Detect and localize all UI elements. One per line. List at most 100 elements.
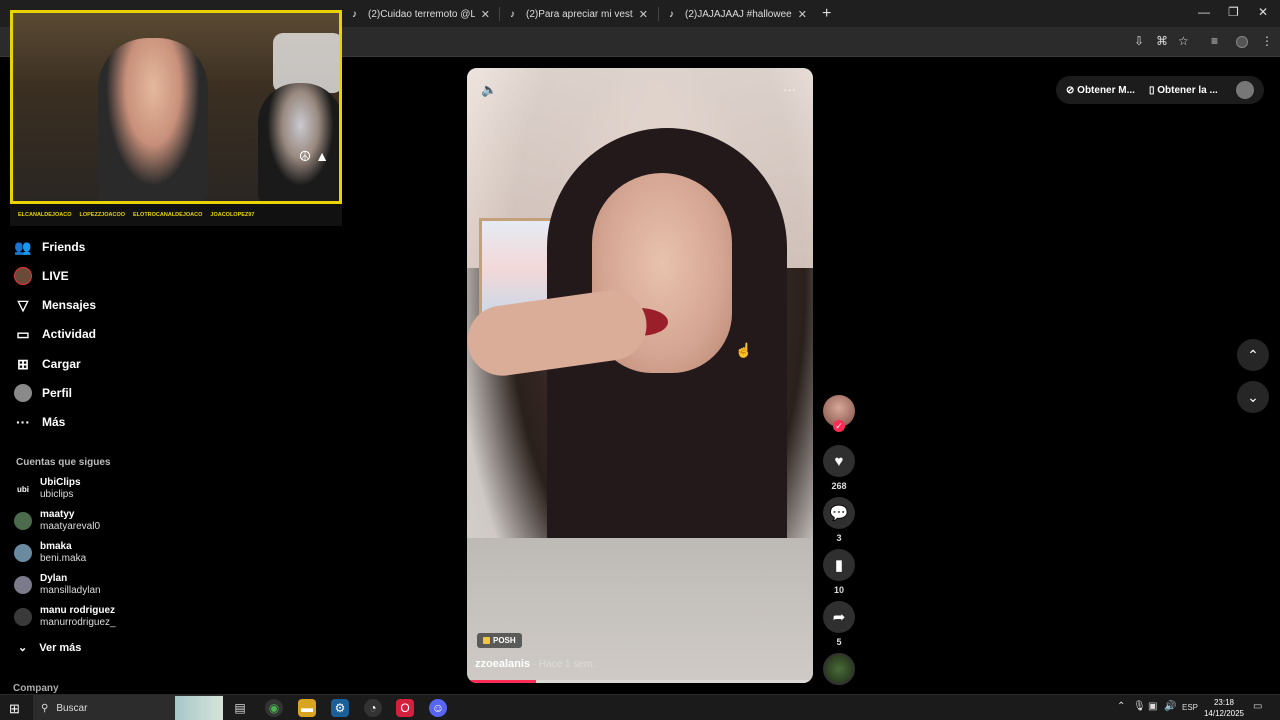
volume-tray-icon[interactable]: 🔊	[1164, 701, 1176, 712]
steam-icon[interactable]: ⚙	[331, 699, 349, 717]
get-app-button-1[interactable]: ⊘ Obtener M...	[1066, 85, 1135, 96]
social-handle: ELOTROCANALDEJOACO	[133, 212, 203, 218]
video-player[interactable]: 🔈 ··· POSH zzoealanis · Hace 1 sem.	[467, 68, 813, 683]
volume-icon[interactable]: 🔈	[481, 82, 497, 98]
language-indicator[interactable]: ESP	[1182, 703, 1198, 712]
file-explorer-icon[interactable]: ▬	[298, 699, 316, 717]
task-view-icon[interactable]: ▤	[231, 699, 249, 717]
following-name: bmaka	[40, 541, 72, 552]
save-count: 10	[833, 585, 844, 595]
social-handle: ELCANALDEJOACO	[18, 212, 72, 218]
chevron-up-icon: ⌃	[1247, 346, 1259, 363]
video-author-line[interactable]: zzoealanis · Hace 1 sem.	[475, 658, 595, 670]
avatar	[14, 608, 32, 626]
company-link[interactable]: Company	[13, 683, 59, 694]
like-button[interactable]: ♥	[823, 445, 855, 477]
video-time: · Hace 1 sem.	[530, 659, 596, 670]
sidebar-item-label: Friends	[42, 240, 86, 254]
discord-icon[interactable]: ☺	[429, 699, 447, 717]
close-tab-icon[interactable]: ✕	[798, 8, 807, 21]
sidebar-item-label: Mensajes	[42, 298, 97, 312]
comment-button[interactable]: 💬	[823, 497, 855, 529]
following-handle: maatyareval0	[40, 521, 101, 532]
user-avatar[interactable]	[1236, 81, 1254, 99]
following-name: maatyy	[40, 509, 75, 520]
menu-kebab-icon[interactable]: ⋮	[1261, 34, 1273, 48]
tab-3[interactable]: ♪ (2)JAJAJAAJ #halloween | TikTok ✕	[661, 2, 815, 27]
close-tab-icon[interactable]: ✕	[639, 8, 648, 21]
avatar	[14, 576, 32, 594]
follow-plus-icon[interactable]: ✓	[833, 420, 845, 432]
bookmark-icon: ▮	[834, 557, 844, 574]
new-tab-button[interactable]: +	[822, 5, 831, 23]
notifications-icon[interactable]: ▭	[1253, 701, 1262, 712]
sidebar-item-more[interactable]: ··· Más	[14, 413, 65, 431]
video-progress-bar[interactable]	[467, 680, 813, 683]
following-name: manu rodriguez	[40, 605, 116, 616]
clock[interactable]: 23:18 14/12/2025	[1200, 697, 1248, 719]
avatar: ubi	[14, 480, 32, 498]
tab-divider	[499, 7, 500, 21]
chrome-icon[interactable]: ◉	[265, 699, 283, 717]
microphone-icon[interactable]: 🎙	[1133, 701, 1146, 712]
see-more-button[interactable]: ⌄ Ver más	[18, 641, 81, 655]
logo-icon: ☮ ▲	[298, 148, 329, 164]
close-window-button[interactable]: ✕	[1258, 5, 1268, 19]
sidebar-item-upload[interactable]: ⊞ Cargar	[14, 355, 81, 373]
profile-icon	[14, 384, 32, 402]
install-app-icon[interactable]: ⇩	[1134, 34, 1144, 48]
search-highlight-image	[175, 696, 223, 720]
clock-date: 14/12/2025	[1203, 709, 1245, 718]
following-item[interactable]: Dylan mansilladylan	[14, 573, 101, 597]
obs-icon[interactable]: ◔	[364, 699, 382, 717]
sidebar-item-friends[interactable]: 👥 Friends	[14, 238, 85, 256]
get-app-label: Obtener la ...	[1157, 84, 1218, 96]
video-author[interactable]: zzoealanis	[475, 658, 530, 670]
save-button[interactable]: ▮	[823, 549, 855, 581]
sidebar-item-label: Perfil	[42, 386, 73, 400]
following-item[interactable]: maatyy maatyareval0	[14, 509, 100, 533]
search-placeholder: Buscar	[56, 702, 88, 714]
share-button[interactable]: ➦	[823, 601, 855, 633]
comment-count: 3	[836, 533, 842, 543]
network-icon[interactable]: ▣	[1148, 701, 1157, 712]
following-item[interactable]: bmaka beni.maka	[14, 541, 86, 565]
next-video-button[interactable]: ⌄	[1237, 381, 1269, 413]
tiktok-icon: ♪	[669, 8, 674, 20]
following-handle: manurrodriguez_	[40, 617, 116, 628]
get-app-bar: ⊘ Obtener M... ▯ Obtener la ...	[1056, 76, 1264, 104]
tab-1[interactable]: ♪ (2)Cuidao terremoto @Lara #fo ✕	[344, 2, 498, 27]
live-icon	[14, 267, 32, 285]
minimize-button[interactable]: —	[1198, 5, 1210, 19]
translate-icon[interactable]: ⌘	[1156, 34, 1168, 48]
tray-chevron-icon[interactable]: ⌃	[1117, 701, 1125, 712]
avatar	[14, 512, 32, 530]
sidebar-item-messages[interactable]: ▽ Mensajes	[14, 296, 96, 314]
windows-start-icon[interactable]: ⊞	[9, 701, 20, 717]
taskbar-search[interactable]: ⚲ Buscar	[33, 695, 223, 720]
more-options-icon[interactable]: ···	[783, 82, 796, 97]
music-disc[interactable]	[823, 653, 855, 685]
previous-video-button[interactable]: ⌃	[1237, 339, 1269, 371]
effect-icon	[483, 637, 490, 644]
sidebar-item-activity[interactable]: ▭ Actividad	[14, 325, 96, 343]
tab-divider	[658, 7, 659, 21]
tab-2[interactable]: ♪ (2)Para apreciar mi vestido y qu ✕	[502, 2, 656, 27]
following-item[interactable]: manu rodriguez manurrodriguez_	[14, 605, 116, 629]
heart-icon: ♥	[834, 452, 844, 470]
opera-icon[interactable]: O	[396, 699, 414, 717]
sidebar-item-profile[interactable]: Perfil	[14, 384, 72, 402]
search-icon: ⚲	[41, 702, 49, 714]
following-header: Cuentas que sigues	[16, 457, 111, 468]
following-item[interactable]: ubi UbiClips ubiclips	[14, 477, 81, 501]
share-icon: ➦	[832, 609, 846, 626]
media-controls-icon[interactable]: ≡	[1211, 34, 1218, 48]
get-app-button-2[interactable]: ▯ Obtener la ...	[1149, 85, 1218, 96]
profile-avatar[interactable]	[1236, 36, 1248, 48]
effect-badge[interactable]: POSH	[477, 633, 522, 648]
screen: ♪ (2)Cuidao terremoto @Lara #fo ✕ ♪ (2)P…	[0, 0, 1280, 720]
sidebar-item-live[interactable]: LIVE	[14, 267, 69, 285]
bookmark-star-icon[interactable]: ☆	[1178, 34, 1189, 48]
close-tab-icon[interactable]: ✕	[481, 8, 490, 21]
restore-button[interactable]: ❐	[1228, 5, 1239, 19]
